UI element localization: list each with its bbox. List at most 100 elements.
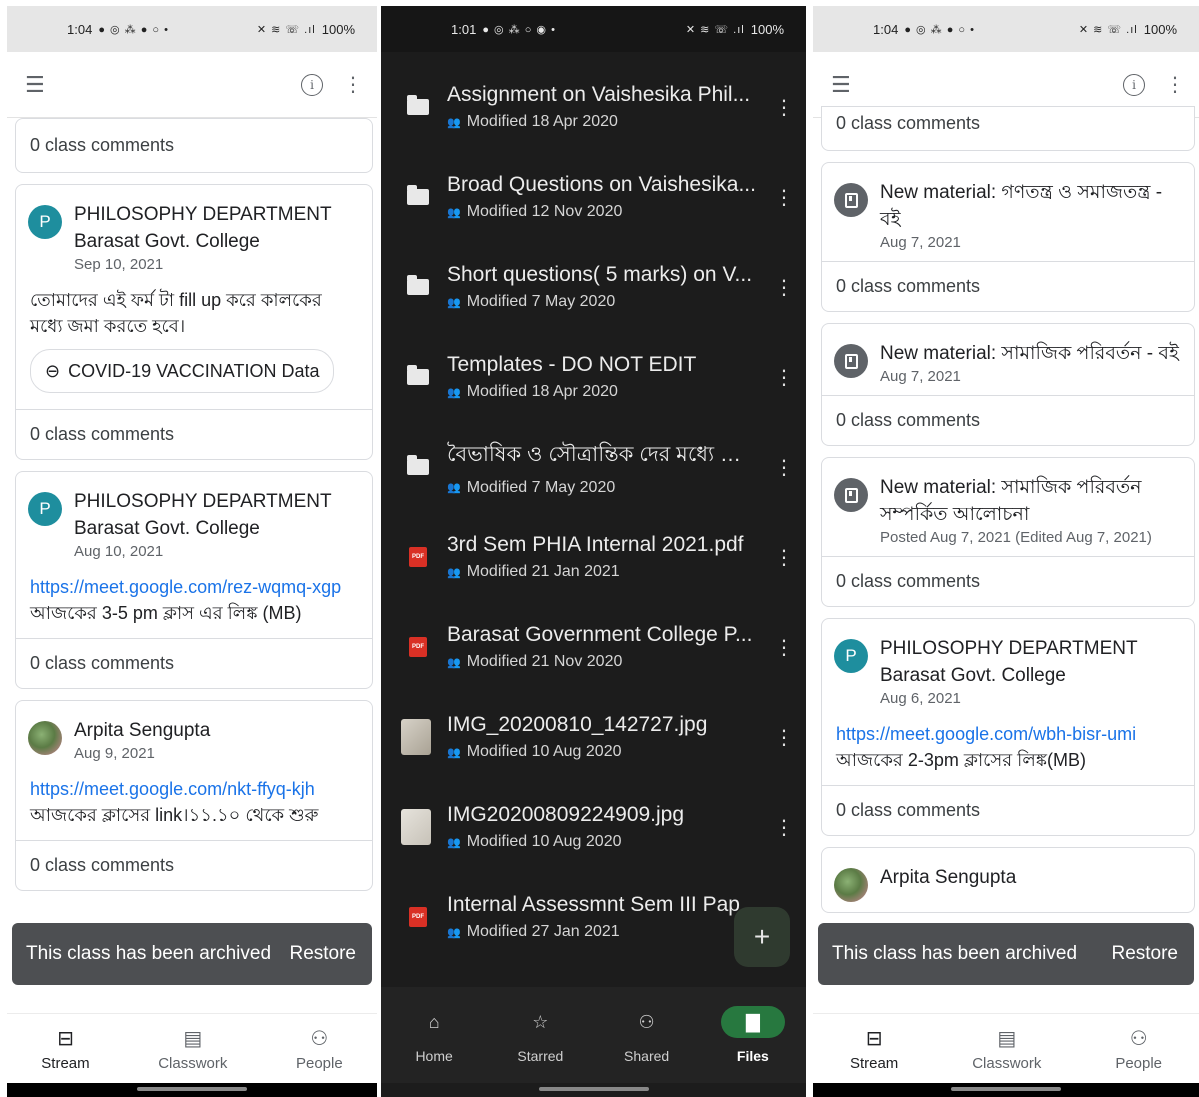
stream-card: New material: সামাজিক পরিবর্তন - বই Aug … xyxy=(821,323,1195,446)
attachment-title: COVID-19 VACCINATION Data xyxy=(68,361,320,381)
material-title[interactable]: New material: গণতন্ত্র ও সমাজতন্ত্র - বই xyxy=(880,179,1182,233)
more-vert-icon[interactable]: ⋮ xyxy=(762,725,806,750)
class-comments[interactable]: 0 class comments xyxy=(822,395,1194,445)
nav-label: Classwork xyxy=(158,1054,228,1072)
star-icon: ☆ xyxy=(532,1011,549,1032)
file-row[interactable]: Short questions( 5 marks) on V... 👥 Modifi… xyxy=(381,242,806,332)
class-comments[interactable]: 0 class comments xyxy=(822,107,1194,150)
status-bar: 1:04 ● ◎ ⁂ ● ○ • ✕ ≋ ☏ .ıl 100% xyxy=(813,6,1199,52)
more-vert-icon[interactable]: ⋮ xyxy=(762,95,806,120)
file-row[interactable]: PDF 3rd Sem PHIA Internal 2021.pdf 👥 Modif… xyxy=(381,512,806,602)
nav-home[interactable]: ⌂ Home xyxy=(394,1006,474,1065)
info-icon[interactable]: i xyxy=(301,73,323,96)
material-icon xyxy=(834,344,868,378)
file-row[interactable]: PDF Barasat Government College P... 👥 Modi… xyxy=(381,602,806,692)
file-modified: Modified 10 Aug 2020 xyxy=(466,743,622,760)
shared-icon: 👥 xyxy=(447,746,461,759)
material-title[interactable]: New material: সামাজিক পরিবর্তন সম্পর্কিত… xyxy=(880,474,1182,528)
more-vert-icon[interactable]: ⋮ xyxy=(762,635,806,660)
info-icon[interactable]: i xyxy=(1123,73,1145,96)
post-date: Aug 6, 2021 xyxy=(880,690,961,707)
post-author: PHILOSOPHY DEPARTMENT Barasat Govt. Coll… xyxy=(74,204,332,252)
more-vert-icon[interactable]: ⋮ xyxy=(762,185,806,210)
file-row[interactable]: Templates - DO NOT EDIT 👥 Modified 18 Apr … xyxy=(381,332,806,422)
nav-shared[interactable]: ⚇ Shared xyxy=(607,1006,687,1065)
menu-icon[interactable]: ☰ xyxy=(25,72,45,98)
stream-icon: ⊟ xyxy=(865,1027,883,1050)
people-icon: ⚇ xyxy=(1129,1027,1148,1050)
post-date: Aug 7, 2021 xyxy=(880,368,961,385)
file-row[interactable]: Assignment on Vaishesika Phil... 👥 Modifie… xyxy=(381,62,806,152)
shared-icon: 👥 xyxy=(447,926,461,939)
meet-link[interactable]: https://meet.google.com/wbh-bisr-umi xyxy=(836,721,1180,747)
nav-stream[interactable]: ⊟ Stream xyxy=(41,1026,89,1072)
shared-icon: 👥 xyxy=(447,836,461,849)
class-comments[interactable]: 0 class comments xyxy=(16,638,372,688)
file-row[interactable]: IMG_20200810_142727.jpg 👥 Modified 10 Aug … xyxy=(381,692,806,782)
nav-label: Starred xyxy=(517,1048,564,1064)
archived-snackbar: This class has been archived Restore xyxy=(818,923,1194,985)
file-name: বৈভাষিক ও সৌত্রান্তিক দের মধ্যে পা... xyxy=(447,442,757,466)
attachment-chip[interactable]: ⊖ COVID-19 VACCINATION Data xyxy=(30,349,335,393)
nav-classwork[interactable]: ▤ Classwork xyxy=(972,1026,1041,1072)
more-vert-icon[interactable]: ⋮ xyxy=(762,815,806,840)
signal-icons: ✕ ≋ ☏ .ıl xyxy=(256,23,316,36)
material-title[interactable]: New material: সামাজিক পরিবর্তন - বই xyxy=(880,340,1179,367)
notification-icons: ● ◎ ⁂ ○ ◉ • xyxy=(482,23,556,36)
image-thumbnail xyxy=(401,809,431,845)
post-text: আজকের ক্লাসের link।১১.১০ থেকে শুরু xyxy=(30,805,319,825)
nav-starred[interactable]: ☆ Starred xyxy=(500,1006,580,1065)
more-vert-icon[interactable]: ⋮ xyxy=(762,365,806,390)
nav-label: Stream xyxy=(849,1054,899,1072)
gesture-bar xyxy=(381,1083,806,1097)
file-modified: Modified 7 May 2020 xyxy=(466,478,616,496)
link-icon: ⊖ xyxy=(45,361,61,381)
restore-button[interactable]: Restore xyxy=(289,943,356,965)
file-row[interactable]: বৈভাষিক ও সৌত্রান্তিক দের মধ্যে পা... 👥 Mo… xyxy=(381,422,806,512)
snackbar-message: This class has been archived xyxy=(26,943,272,964)
more-vert-icon[interactable]: ⋮ xyxy=(343,72,363,97)
classwork-icon: ▤ xyxy=(183,1027,203,1050)
menu-icon[interactable]: ☰ xyxy=(831,72,851,98)
class-comments[interactable]: 0 class comments xyxy=(822,785,1194,835)
more-vert-icon[interactable]: ⋮ xyxy=(762,455,806,480)
status-bar: 1:01 ● ◎ ⁂ ○ ◉ • ✕ ≋ ☏ .ıl 100% xyxy=(381,6,806,52)
image-thumbnail xyxy=(401,719,431,755)
bottom-navigation: ⌂ Home ☆ Starred ⚇ Shared ▇ Files xyxy=(381,987,806,1083)
class-comments[interactable]: 0 class comments xyxy=(16,409,372,459)
class-comments[interactable]: 0 class comments xyxy=(822,556,1194,606)
class-comments[interactable]: 0 class comments xyxy=(16,119,372,172)
post-text: আজকের 2-3pm ক্লাসের লিঙ্ক(MB) xyxy=(836,750,1086,770)
post-date: Aug 10, 2021 xyxy=(74,543,164,560)
meet-link[interactable]: https://meet.google.com/rez-wqmq-xgp xyxy=(30,574,358,600)
nav-files[interactable]: ▇ Files xyxy=(713,1006,793,1064)
nav-label: Classwork xyxy=(972,1054,1042,1072)
file-row[interactable]: IMG20200809224909.jpg 👥 Modified 10 Aug 20… xyxy=(381,782,806,872)
stream-card: New material: সামাজিক পরিবর্তন সম্পর্কিত… xyxy=(821,457,1195,607)
nav-stream[interactable]: ⊟ Stream xyxy=(850,1026,898,1072)
classroom-stream-screen-right: 1:04 ● ◎ ⁂ ● ○ • ✕ ≋ ☏ .ıl 100% ☰ i ⋮ 0 cl… xyxy=(813,6,1199,1097)
stream-card: New material: গণতন্ত্র ও সমাজতন্ত্র - বই… xyxy=(821,162,1195,312)
stream-card: P PHILOSOPHY DEPARTMENT Barasat Govt. Co… xyxy=(15,471,373,689)
class-comments[interactable]: 0 class comments xyxy=(822,261,1194,311)
folder-icon xyxy=(407,455,429,475)
post-date: Aug 7, 2021 xyxy=(880,234,961,251)
new-file-button[interactable]: + xyxy=(734,907,790,967)
more-vert-icon[interactable]: ⋮ xyxy=(762,275,806,300)
file-row[interactable]: Broad Questions on Vaishesika... 👥 Modifie… xyxy=(381,152,806,242)
more-vert-icon[interactable]: ⋮ xyxy=(762,545,806,570)
nav-label: People xyxy=(1115,1054,1163,1072)
file-name: Short questions( 5 marks) on V... xyxy=(447,263,753,286)
post-date: Posted Aug 7, 2021 (Edited Aug 7, 2021) xyxy=(880,529,1152,546)
nav-people[interactable]: ⚇ People xyxy=(296,1026,343,1072)
class-comments[interactable]: 0 class comments xyxy=(16,840,372,890)
material-icon xyxy=(834,478,868,512)
file-name: Broad Questions on Vaishesika... xyxy=(447,173,756,196)
meet-link[interactable]: https://meet.google.com/nkt-ffyq-kjh xyxy=(30,776,358,802)
more-vert-icon[interactable]: ⋮ xyxy=(1165,72,1185,97)
nav-people[interactable]: ⚇ People xyxy=(1115,1026,1162,1072)
file-modified: Modified 21 Jan 2021 xyxy=(466,563,620,580)
restore-button[interactable]: Restore xyxy=(1111,943,1178,965)
stream-card: Arpita Sengupta xyxy=(821,847,1195,913)
nav-classwork[interactable]: ▤ Classwork xyxy=(158,1026,227,1072)
